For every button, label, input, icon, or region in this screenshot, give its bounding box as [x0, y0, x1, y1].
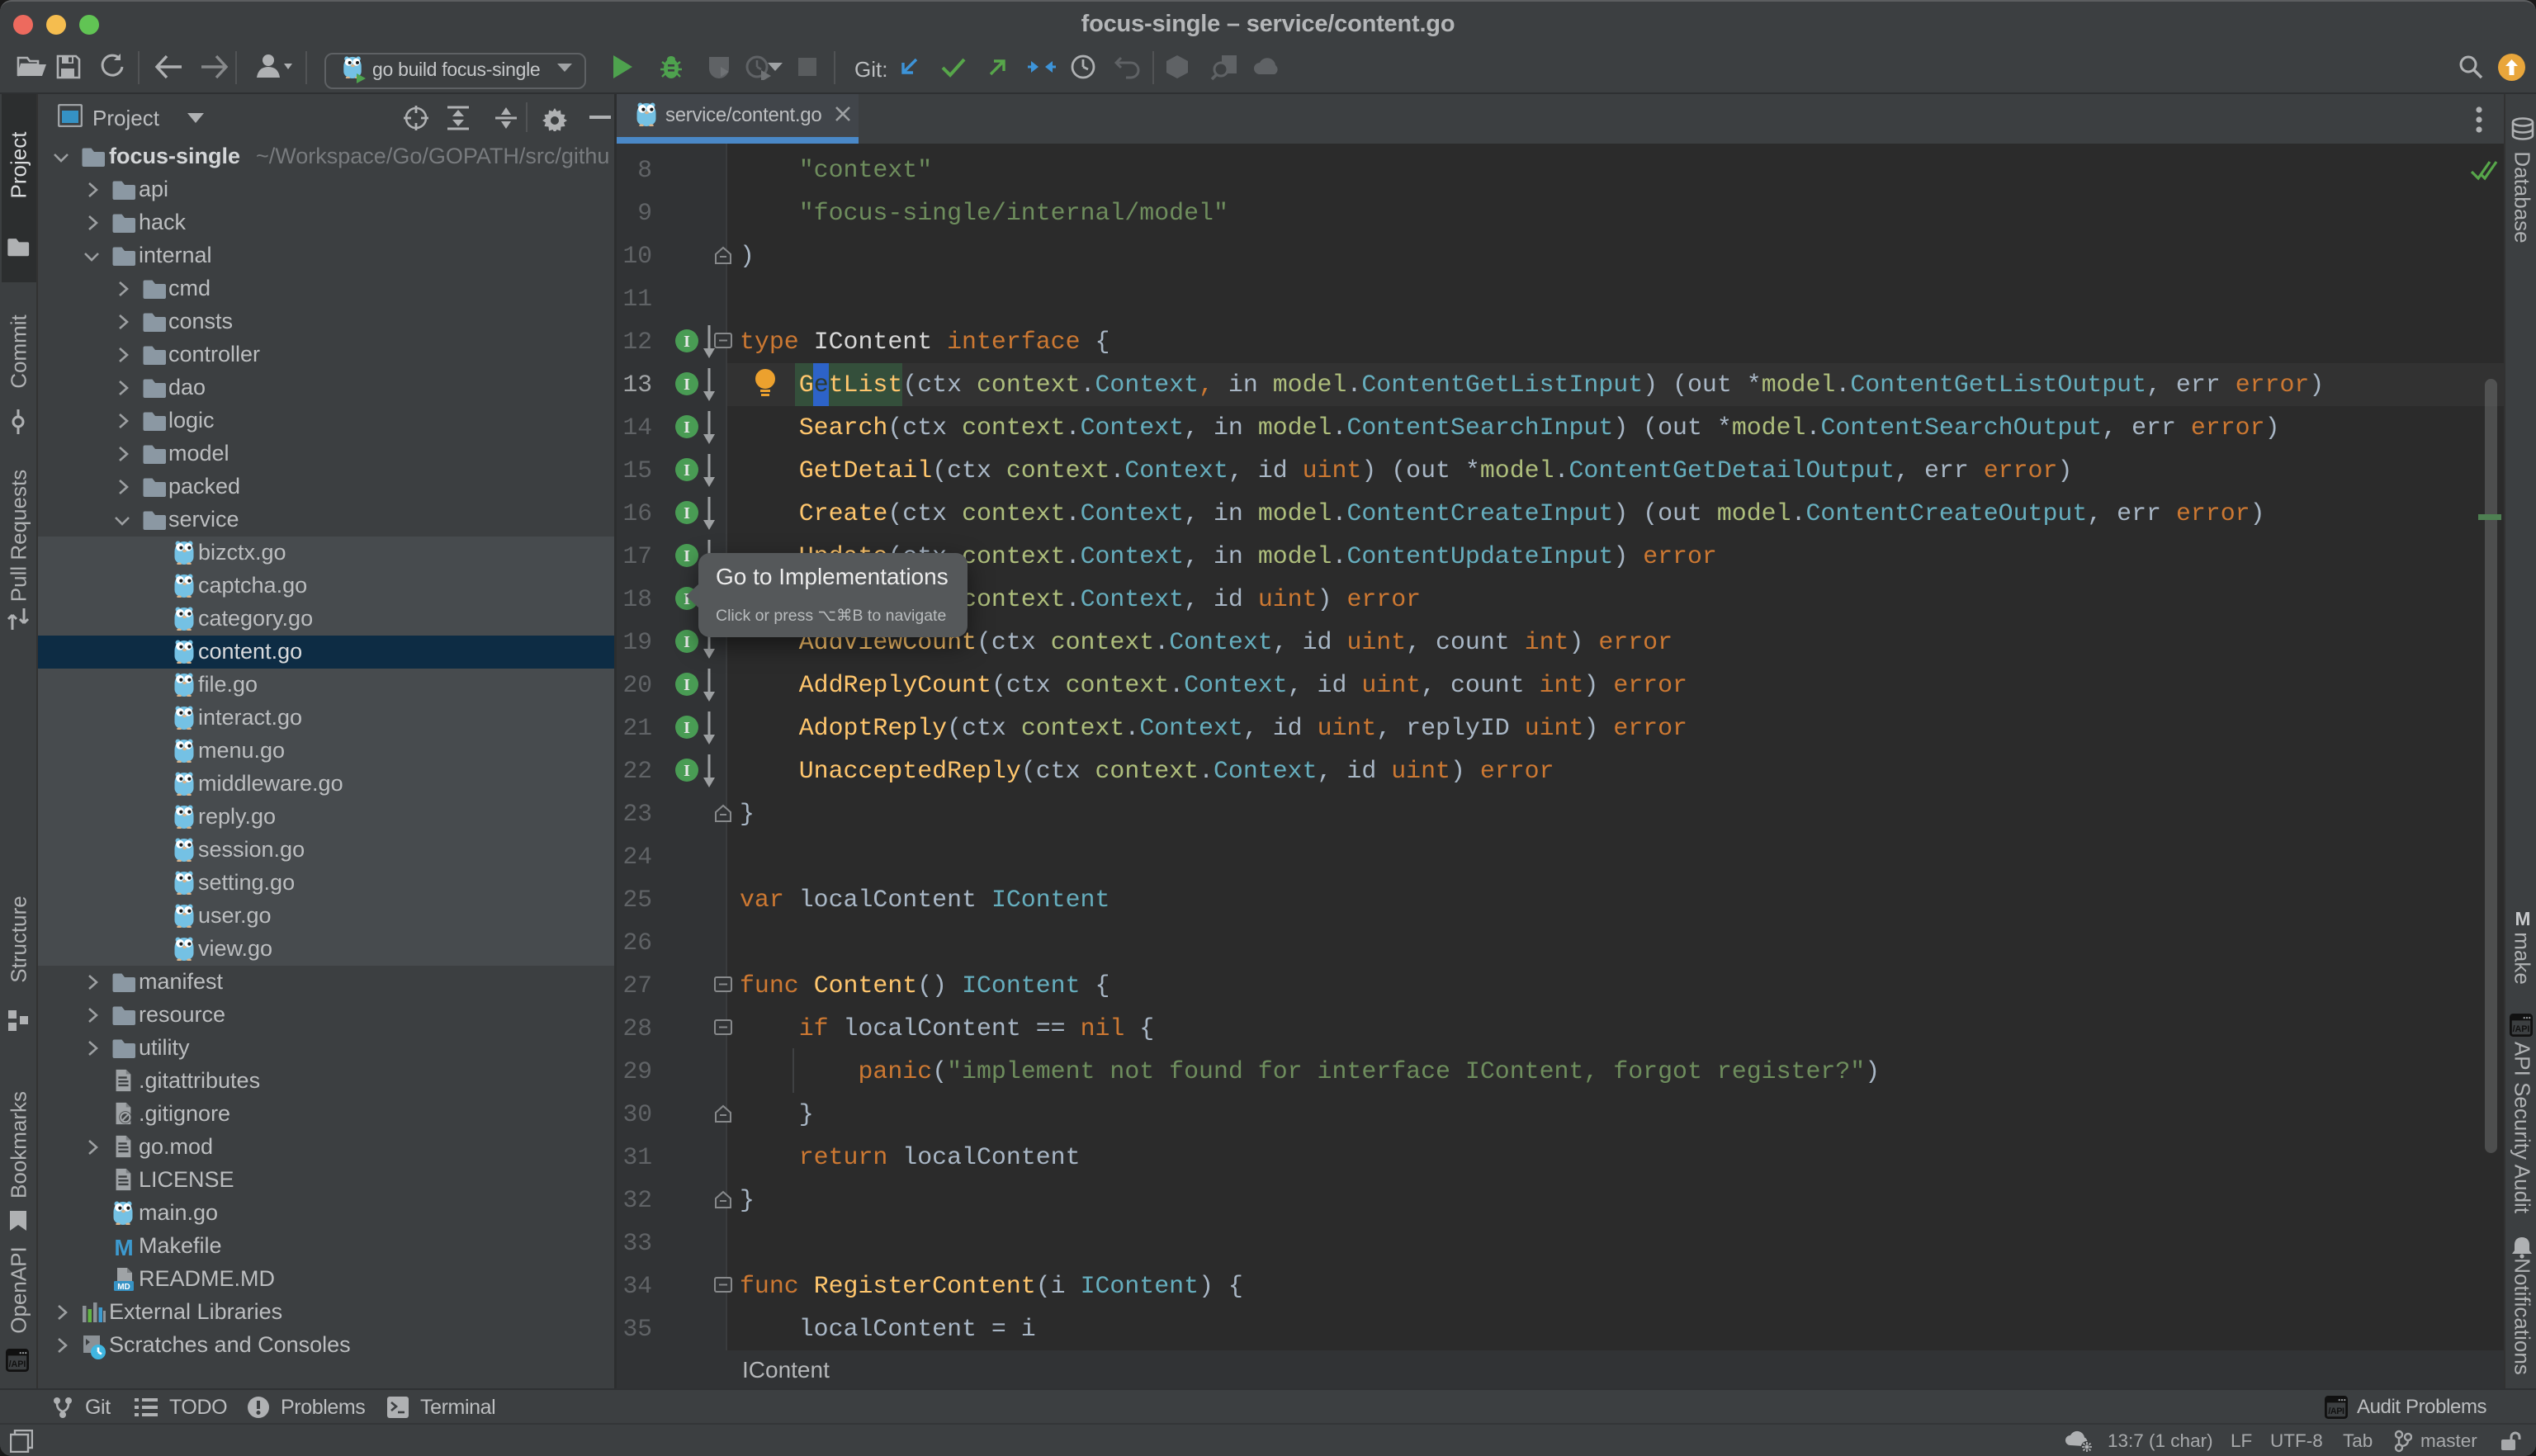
svg-text:I: I [684, 676, 690, 694]
svg-text:I: I [684, 762, 690, 780]
svg-text:I: I [684, 333, 690, 351]
svg-text:/API: /API [2513, 1024, 2530, 1034]
svg-text:I: I [684, 633, 690, 651]
svg-text:M: M [2515, 908, 2531, 929]
svg-text:I: I [684, 461, 690, 480]
svg-text:MD: MD [117, 1283, 130, 1292]
svg-text:/API: /API [2328, 1406, 2344, 1416]
svg-text:I: I [684, 418, 690, 437]
svg-text:I: I [684, 719, 690, 737]
svg-text:I: I [684, 504, 690, 522]
svg-text:I: I [684, 547, 690, 565]
svg-text:I: I [684, 376, 690, 394]
svg-text:M: M [114, 1235, 133, 1260]
svg-text:/API: /API [9, 1359, 26, 1369]
